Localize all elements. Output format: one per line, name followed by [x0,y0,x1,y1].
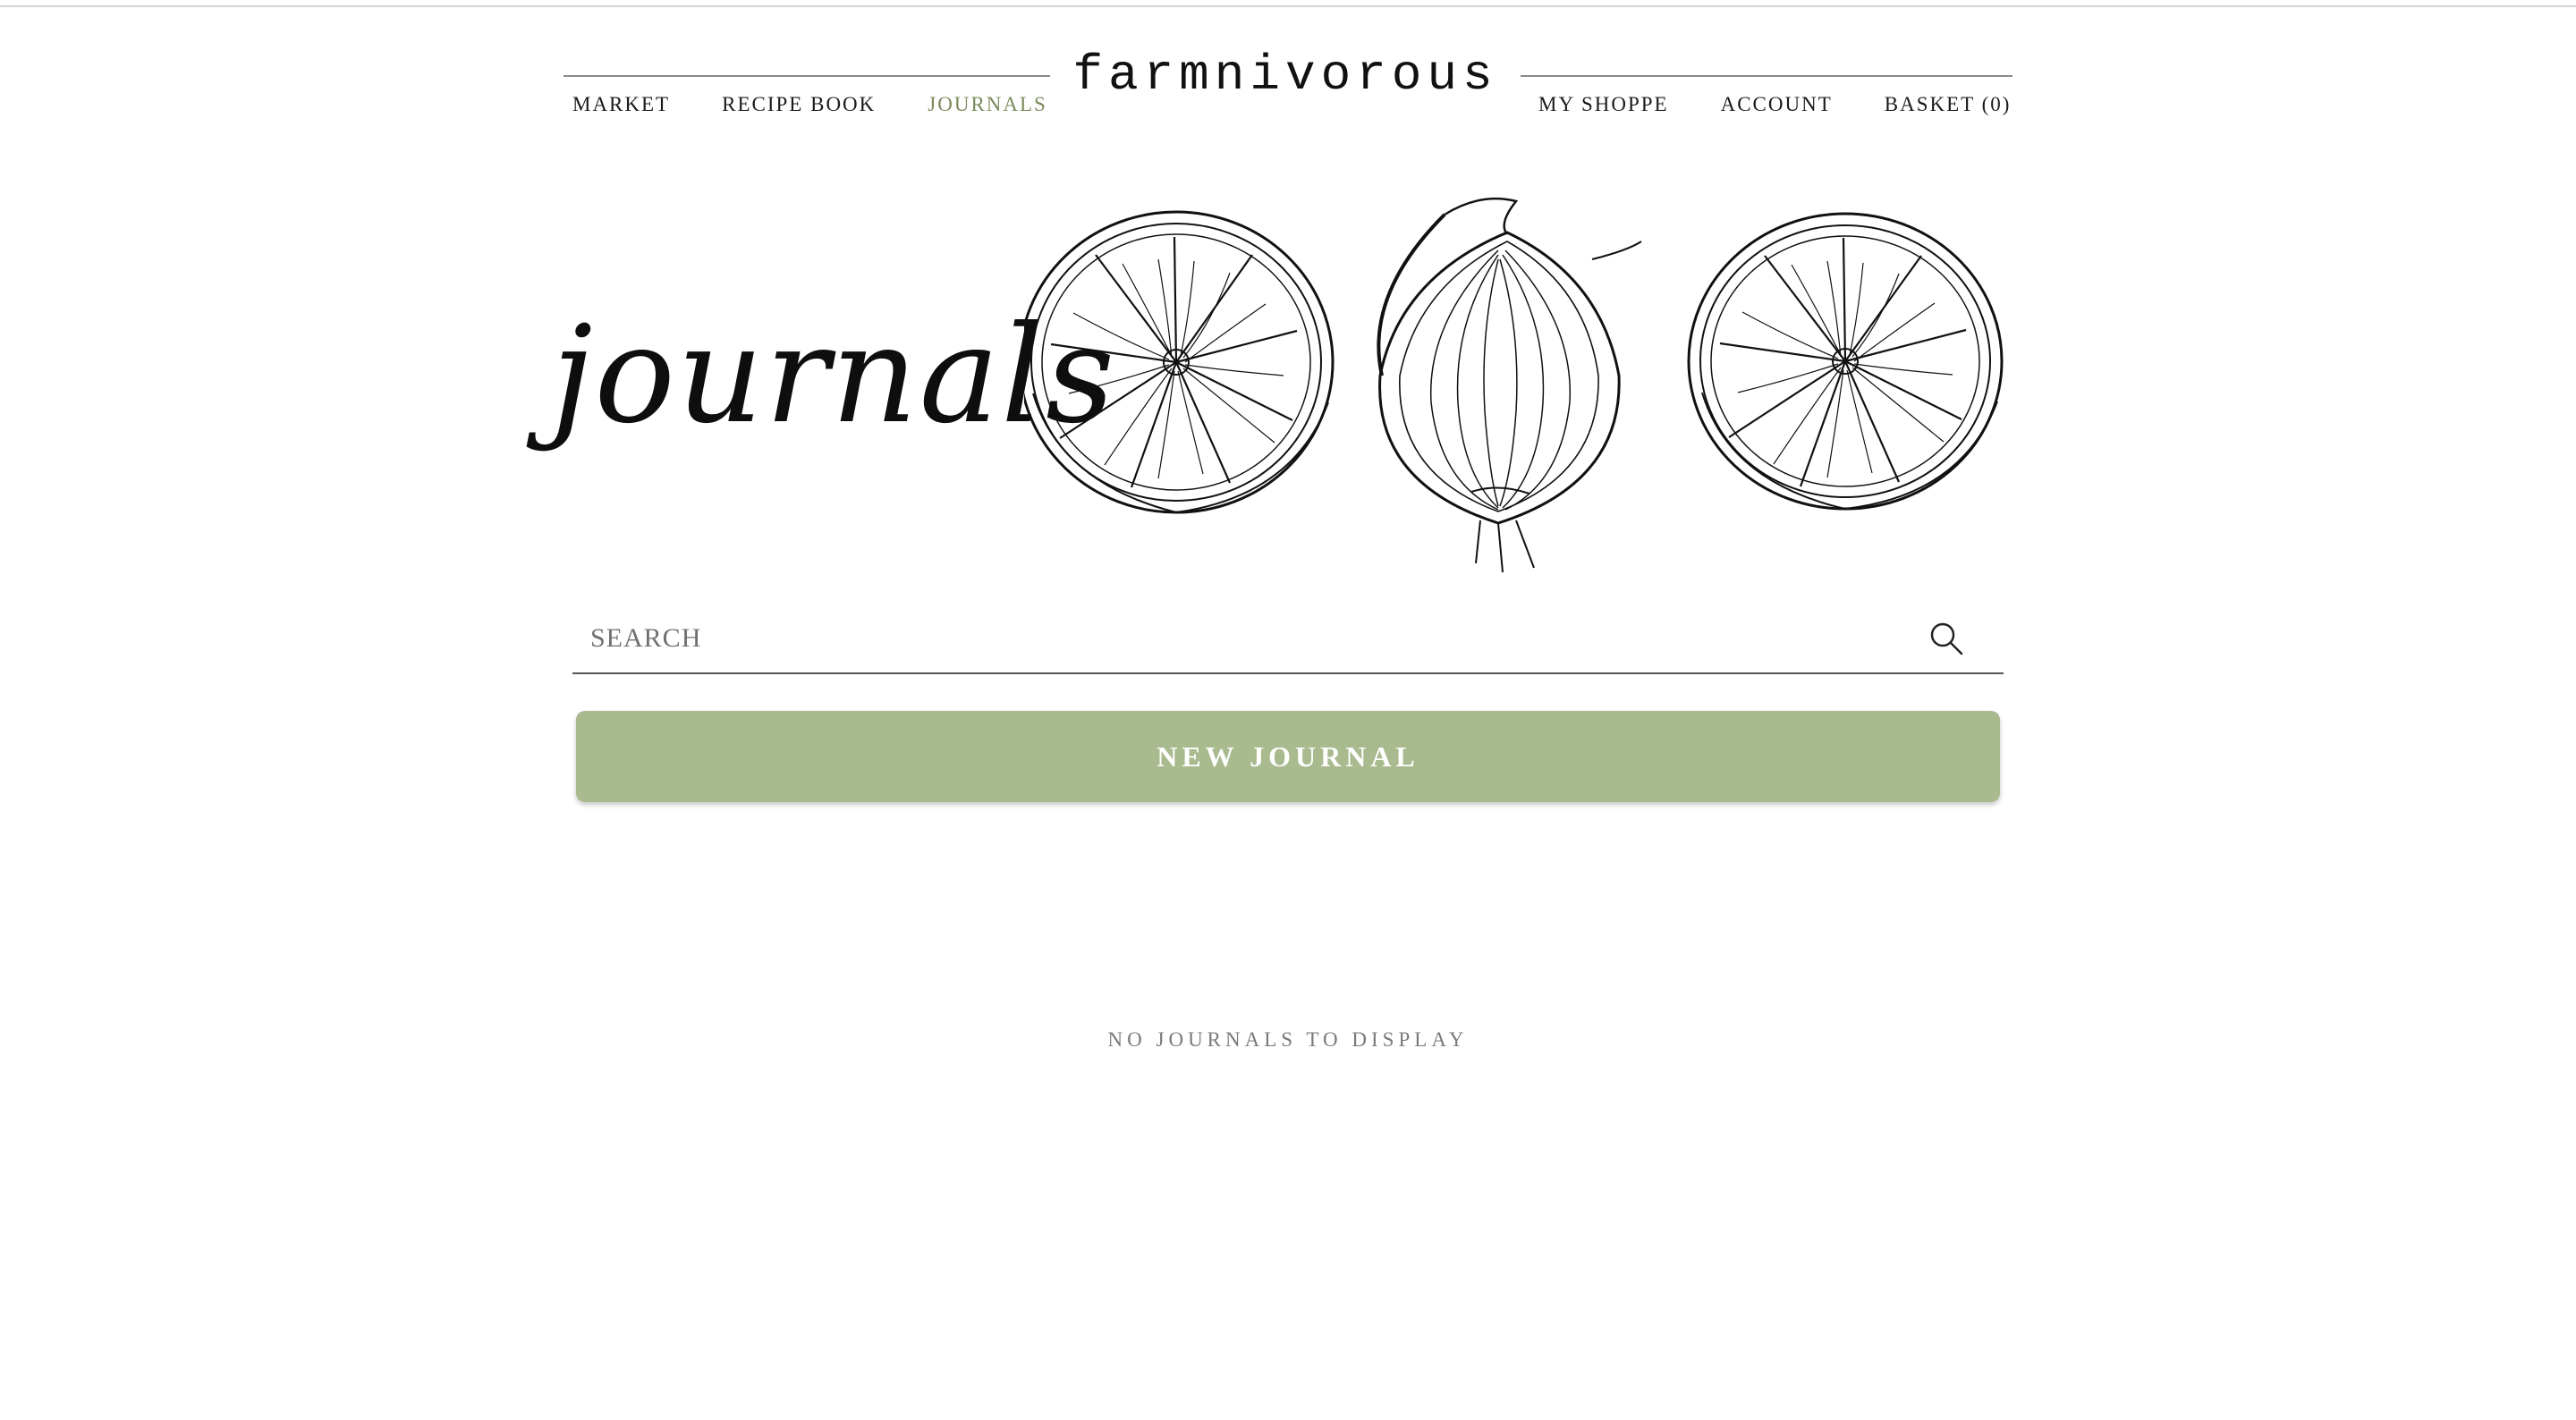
nav-account[interactable]: ACCOUNT [1721,91,1833,118]
citrus-slice-illustration [1024,210,1335,514]
hero-illustration [1024,188,2012,581]
header-rule-right [1521,75,2012,77]
onion-half-illustration [1377,197,1642,573]
empty-state-message: NO JOURNALS TO DISPLAY [1107,1028,1469,1051]
site-logo[interactable]: farmnivorous [1059,43,1512,107]
nav-market[interactable]: MARKET [572,91,670,118]
nav-my-shoppe[interactable]: MY SHOPPE [1538,91,1669,118]
header-rule-left [564,75,1050,77]
search-input[interactable] [572,608,1914,669]
nav-basket[interactable]: BASKET (0) [1885,91,2012,118]
search-bar [572,608,2004,674]
search-icon[interactable] [1928,621,1964,656]
nav-journals[interactable]: JOURNALS [928,91,1047,118]
page-container: farmnivorous MARKET RECIPE BOOK JOURNALS… [551,0,2012,1420]
primary-nav-right: MY SHOPPE ACCOUNT BASKET (0) [1538,91,2011,118]
citrus-slice-illustration [1687,212,2004,511]
new-journal-button[interactable]: NEW JOURNAL [576,711,2000,802]
primary-nav-left: MARKET RECIPE BOOK JOURNALS [572,91,1047,118]
nav-recipe-book[interactable]: RECIPE BOOK [722,91,876,118]
